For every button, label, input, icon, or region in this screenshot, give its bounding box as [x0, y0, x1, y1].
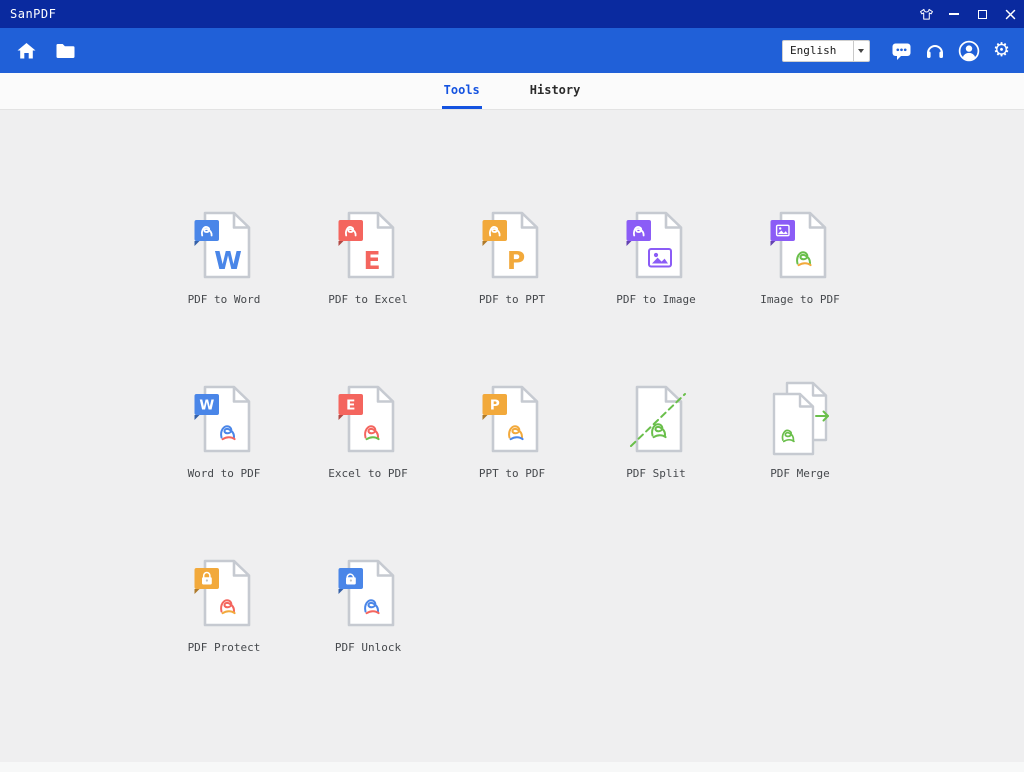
minimize-icon	[949, 13, 959, 15]
tool-icon	[183, 554, 265, 632]
maximize-icon	[977, 9, 987, 19]
close-button[interactable]	[996, 0, 1024, 28]
close-icon	[1005, 9, 1015, 19]
tool-label: Excel to PDF	[328, 467, 408, 480]
tool-excel-to-pdf[interactable]: E Excel to PDF	[296, 380, 440, 480]
tool-icon: E	[327, 206, 409, 284]
chat-icon[interactable]	[891, 41, 912, 61]
tool-icon	[615, 380, 697, 458]
tool-label: Image to PDF	[760, 293, 840, 306]
tool-icon: P	[471, 206, 553, 284]
tab-tools[interactable]: Tools	[441, 73, 482, 109]
minimize-button[interactable]	[940, 0, 968, 28]
tool-pdf-to-word[interactable]: W PDF to Word	[152, 206, 296, 306]
chevron-down-icon	[852, 40, 869, 61]
settings-icon[interactable]: ⚙	[993, 41, 1010, 60]
toolbar-right: English ⚙	[781, 39, 1010, 62]
svg-text:W: W	[214, 246, 242, 275]
svg-text:P: P	[507, 246, 525, 275]
tool-icon	[759, 380, 841, 458]
svg-text:E: E	[363, 246, 380, 275]
svg-text:P: P	[490, 398, 500, 414]
maximize-button[interactable]	[968, 0, 996, 28]
tool-icon: E	[327, 380, 409, 458]
tool-icon: W	[183, 380, 265, 458]
tool-label: PDF to Image	[616, 293, 696, 306]
tool-label: PDF Unlock	[334, 641, 402, 654]
tool-pdf-to-image[interactable]: PDF to Image	[584, 206, 728, 306]
tools-grid: W PDF to Word E PDF to Excel P PDF to PPT PDF …	[0, 110, 1024, 654]
tool-pdf-protect[interactable]: PDF Protect	[152, 554, 296, 654]
tool-label: PDF to Word	[187, 293, 261, 306]
user-icon[interactable]	[958, 40, 980, 62]
tool-label: PDF to Excel	[328, 293, 408, 306]
main-content: W PDF to Word E PDF to Excel P PDF to PPT PDF …	[0, 110, 1024, 772]
toolbar: English ⚙	[0, 28, 1024, 73]
svg-text:E: E	[346, 398, 355, 414]
toolbar-left	[16, 41, 76, 61]
app-title: SanPDF	[10, 7, 57, 21]
tool-icon	[615, 206, 697, 284]
tool-image-to-pdf[interactable]: Image to PDF	[728, 206, 872, 306]
tool-pdf-to-ppt[interactable]: P PDF to PPT	[440, 206, 584, 306]
home-icon[interactable]	[16, 41, 37, 61]
window-controls	[912, 0, 1024, 28]
footer-strip	[0, 762, 1024, 772]
svg-text:W: W	[199, 398, 214, 414]
tool-icon	[327, 554, 409, 632]
tool-icon	[759, 206, 841, 284]
tab-history[interactable]: History	[528, 73, 583, 109]
theme-icon[interactable]	[912, 0, 940, 28]
headphones-icon[interactable]	[925, 41, 945, 60]
tool-pdf-merge[interactable]: PDF Merge	[728, 380, 872, 480]
tool-pdf-split[interactable]: PDF Split	[584, 380, 728, 480]
tool-label: PDF to PPT	[478, 293, 546, 306]
tool-label: PPT to PDF	[478, 467, 546, 480]
titlebar: SanPDF	[0, 0, 1024, 28]
tool-ppt-to-pdf[interactable]: P PPT to PDF	[440, 380, 584, 480]
tool-pdf-to-excel[interactable]: E PDF to Excel	[296, 206, 440, 306]
tool-word-to-pdf[interactable]: W Word to PDF	[152, 380, 296, 480]
tool-label: PDF Merge	[770, 467, 830, 480]
folder-icon[interactable]	[55, 42, 76, 60]
tool-label: PDF Protect	[187, 641, 261, 654]
language-dropdown[interactable]: English	[781, 39, 870, 62]
tool-pdf-unlock[interactable]: PDF Unlock	[296, 554, 440, 654]
tool-label: Word to PDF	[187, 467, 261, 480]
tab-bar: Tools History	[0, 73, 1024, 110]
tool-label: PDF Split	[626, 467, 686, 480]
language-value: English	[789, 44, 837, 57]
tool-icon: P	[471, 380, 553, 458]
tool-icon: W	[183, 206, 265, 284]
